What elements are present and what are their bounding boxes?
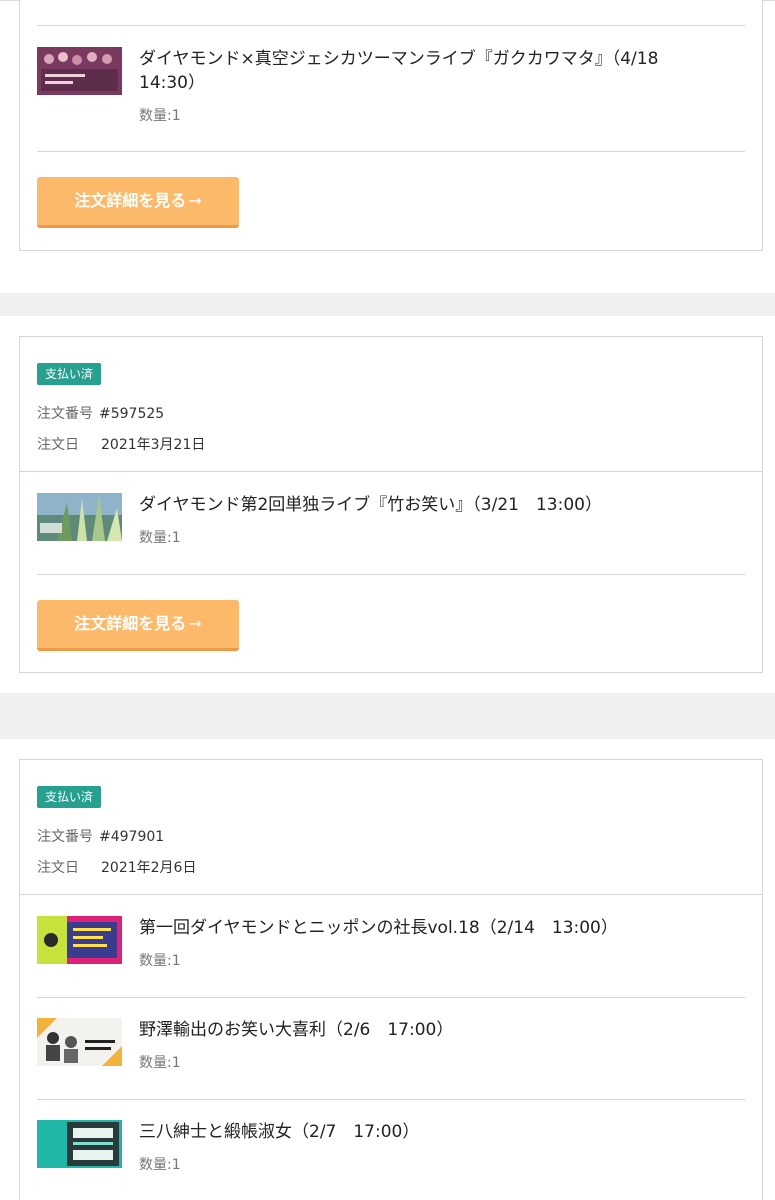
order-date: 注文日 2021年2月6日 <box>37 857 196 877</box>
divider <box>37 997 745 998</box>
item-title[interactable]: ダイヤモンド×真空ジェシカツーマンライブ『ガクカワマタ』（4/18 14:30） <box>139 47 699 95</box>
event-thumbnail-image <box>37 1018 122 1066</box>
order-date-value: 2021年2月6日 <box>101 860 197 876</box>
item-quantity: 数量:1 <box>139 1055 181 1071</box>
divider <box>37 1099 745 1100</box>
event-thumbnail[interactable] <box>37 1018 122 1066</box>
item-quantity: 数量:1 <box>139 953 181 969</box>
event-thumbnail-image <box>37 47 122 95</box>
order-date-label: 注文日 <box>37 860 79 876</box>
item-title[interactable]: 第一回ダイヤモンドとニッポンの社長vol.18（2/14 13:00） <box>139 916 699 940</box>
event-thumbnail-image <box>37 1120 122 1168</box>
order-card-2: 支払い済 注文番号 #597525 注文日 2021年3月21日 ダイヤモンド第2回… <box>19 336 763 673</box>
item-quantity: 数量:1 <box>139 530 181 546</box>
arrow-right-icon: → <box>188 614 202 633</box>
order-item[interactable]: 第一回ダイヤモンドとニッポンの社長vol.18（2/14 13:00） 数量:1 <box>37 916 745 976</box>
divider <box>37 151 745 152</box>
arrow-right-icon: → <box>188 191 202 210</box>
order-item[interactable]: ダイヤモンド×真空ジェシカツーマンライブ『ガクカワマタ』（4/18 14:30）… <box>37 47 745 127</box>
event-thumbnail-image <box>37 916 122 964</box>
order-number-label: 注文番号 <box>37 406 93 422</box>
order-number-value: #597525 <box>99 406 165 422</box>
order-section-2: 支払い済 注文番号 #597525 注文日 2021年3月21日 ダイヤモンド第2回… <box>0 316 775 693</box>
event-thumbnail[interactable] <box>37 1120 122 1168</box>
divider <box>20 894 762 895</box>
event-thumbnail[interactable] <box>37 916 122 964</box>
order-detail-button[interactable]: 注文詳細を見る → <box>37 177 239 228</box>
order-section-3: 支払い済 注文番号 #497901 注文日 2021年2月6日 第一回ダイヤモンドと… <box>0 739 775 1200</box>
order-number: 注文番号 #497901 <box>37 826 164 846</box>
event-thumbnail[interactable] <box>37 47 122 95</box>
item-quantity: 数量:1 <box>139 108 181 124</box>
order-number-value: #497901 <box>99 829 165 845</box>
order-card-1: ダイヤモンド×真空ジェシカツーマンライブ『ガクカワマタ』（4/18 14:30）… <box>19 0 763 251</box>
order-number: 注文番号 #597525 <box>37 403 164 423</box>
order-item[interactable]: 野澤輸出のお笑い大喜利（2/6 17:00） 数量:1 <box>37 1018 745 1078</box>
order-date: 注文日 2021年3月21日 <box>37 434 205 454</box>
order-detail-button[interactable]: 注文詳細を見る → <box>37 600 239 651</box>
divider <box>37 25 745 26</box>
status-badge: 支払い済 <box>37 786 102 808</box>
order-item[interactable]: 三八紳士と緞帳淑女（2/7 17:00） 数量:1 <box>37 1120 745 1180</box>
event-thumbnail[interactable] <box>37 493 122 541</box>
order-section-1: ダイヤモンド×真空ジェシカツーマンライブ『ガクカワマタ』（4/18 14:30）… <box>0 0 775 293</box>
status-badge: 支払い済 <box>37 363 102 385</box>
event-thumbnail-image <box>37 493 122 541</box>
item-title[interactable]: 野澤輸出のお笑い大喜利（2/6 17:00） <box>139 1018 699 1042</box>
order-detail-button-label: 注文詳細を見る <box>74 614 187 633</box>
order-detail-button-label: 注文詳細を見る <box>74 191 187 210</box>
order-card-3: 支払い済 注文番号 #497901 注文日 2021年2月6日 第一回ダイヤモンドと… <box>19 759 763 1200</box>
item-title[interactable]: 三八紳士と緞帳淑女（2/7 17:00） <box>139 1120 699 1144</box>
order-date-label: 注文日 <box>37 437 79 453</box>
order-date-value: 2021年3月21日 <box>101 437 206 453</box>
divider <box>20 471 762 472</box>
order-number-label: 注文番号 <box>37 829 93 845</box>
item-quantity: 数量:1 <box>139 1157 181 1173</box>
divider <box>37 574 745 575</box>
item-title[interactable]: ダイヤモンド第2回単独ライブ『竹お笑い』（3/21 13:00） <box>139 493 699 517</box>
order-item[interactable]: ダイヤモンド第2回単独ライブ『竹お笑い』（3/21 13:00） 数量:1 <box>37 493 745 553</box>
